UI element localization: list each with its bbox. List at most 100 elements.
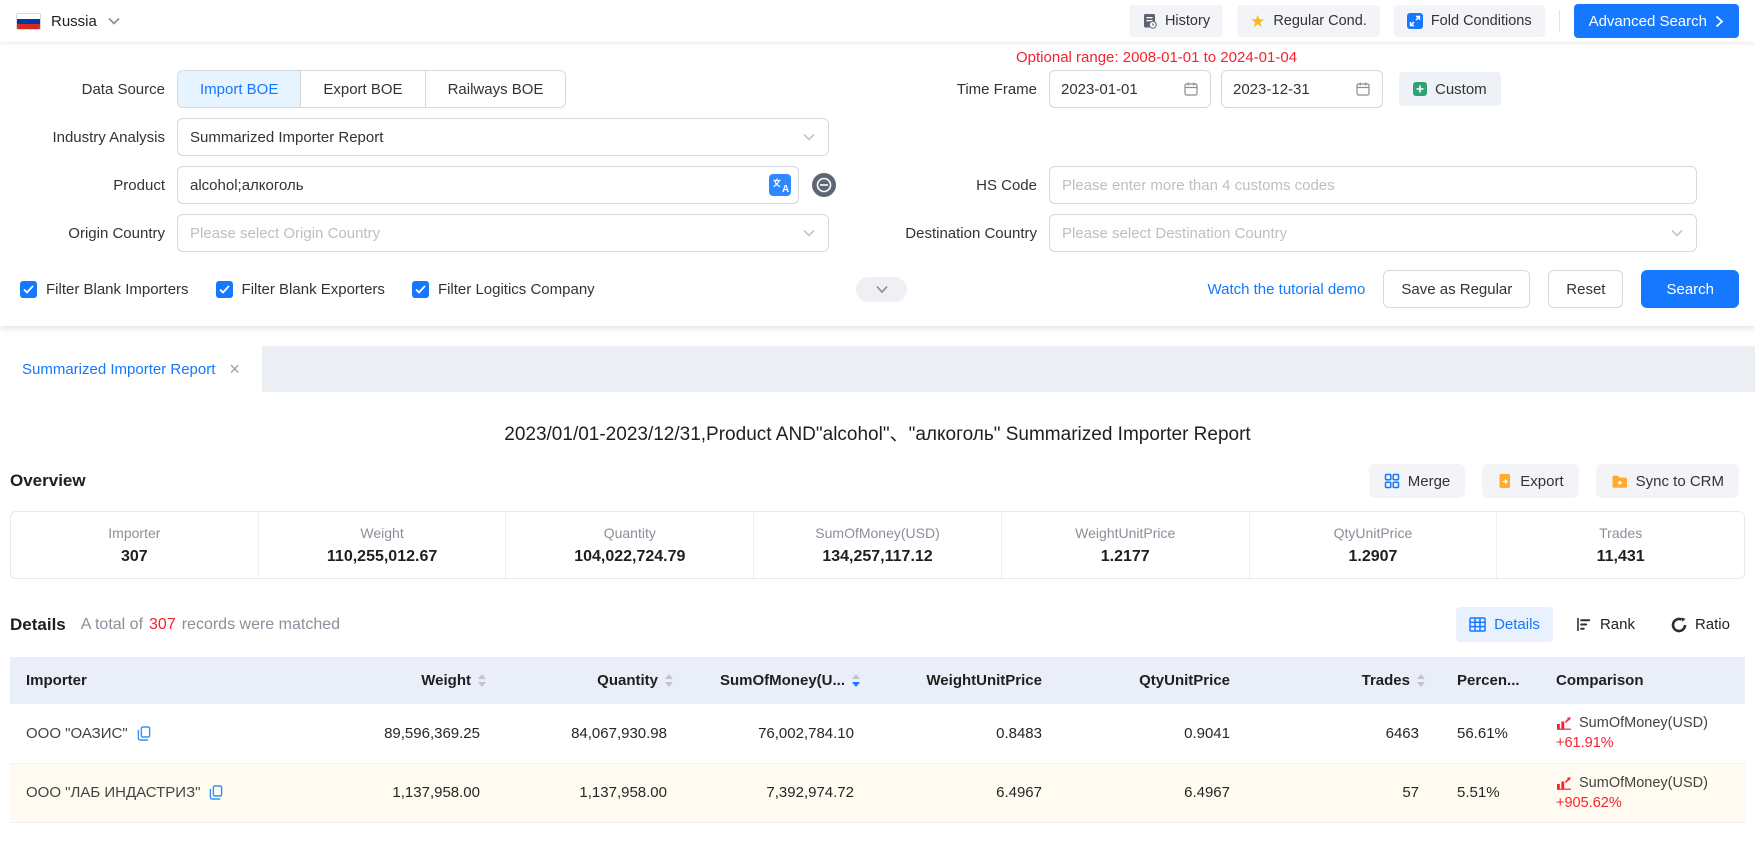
- ratio-icon: [1671, 617, 1687, 633]
- export-button[interactable]: Export: [1482, 464, 1578, 498]
- stat-label: Trades: [1599, 525, 1642, 541]
- tab-summarized-importer-report[interactable]: Summarized Importer Report ×: [0, 346, 262, 392]
- end-date-value: 2023-12-31: [1233, 81, 1310, 98]
- result-tabstrip: Summarized Importer Report ×: [0, 346, 1755, 392]
- note-suffix: records were matched: [182, 616, 340, 633]
- stat-value: 110,255,012.67: [327, 548, 437, 566]
- translate-icon[interactable]: A: [769, 174, 791, 196]
- calendar-icon: [1183, 81, 1199, 97]
- regular-cond-label: Regular Cond.: [1273, 13, 1367, 29]
- sync-to-crm-label: Sync to CRM: [1636, 473, 1724, 490]
- percent-cell: 56.61%: [1441, 704, 1540, 763]
- stat-sum-of-money: SumOfMoney(USD)134,257,117.12: [753, 512, 1001, 578]
- save-as-regular-button[interactable]: Save as Regular: [1383, 270, 1530, 308]
- collapse-form-button[interactable]: [856, 277, 907, 302]
- weight-unit-price-cell: 6.4967: [876, 763, 1064, 822]
- sort-icons[interactable]: [1417, 674, 1425, 687]
- sync-to-crm-button[interactable]: Sync to CRM: [1596, 464, 1739, 498]
- form-row-product: Product A HS Code: [0, 166, 1755, 204]
- end-date-field[interactable]: 2023-12-31: [1221, 70, 1383, 108]
- details-table-icon: [1469, 617, 1486, 632]
- checkbox-checked-icon: [412, 281, 429, 298]
- stat-value: 134,257,117.12: [822, 548, 932, 566]
- col-quantity[interactable]: Quantity: [502, 657, 689, 704]
- industry-analysis-select[interactable]: Summarized Importer Report: [177, 118, 829, 156]
- view-details-button[interactable]: Details: [1456, 607, 1553, 642]
- stat-trades: Trades11,431: [1496, 512, 1744, 578]
- regular-cond-button[interactable]: ★ Regular Cond.: [1237, 5, 1380, 37]
- qty-unit-price-cell: 0.9041: [1064, 704, 1252, 763]
- hs-code-input[interactable]: [1049, 166, 1697, 204]
- stat-weight-unit-price: WeightUnitPrice1.2177: [1001, 512, 1249, 578]
- data-source-import-boe[interactable]: Import BOE: [177, 70, 301, 108]
- data-source-railways-boe[interactable]: Railways BOE: [426, 70, 567, 108]
- sort-icons-active-desc[interactable]: [852, 674, 860, 687]
- view-ratio-button[interactable]: Ratio: [1658, 607, 1743, 642]
- importer-name[interactable]: ООО "ЛАБ ИНДАСТРИЗ": [26, 784, 200, 801]
- stat-qty-unit-price: QtyUnitPrice1.2907: [1249, 512, 1497, 578]
- merge-icon: [1384, 473, 1400, 489]
- form-actions-row: Filter Blank Importers Filter Blank Expo…: [0, 270, 1755, 308]
- copy-icon[interactable]: [137, 726, 151, 741]
- tab-title: Summarized Importer Report: [22, 361, 215, 378]
- industry-analysis-value: Summarized Importer Report: [190, 129, 383, 146]
- table-row: ООО "ОАЗИС" 89,596,369.25 84,067,930.98 …: [10, 704, 1745, 763]
- form-row-countries: Origin Country Please select Origin Coun…: [0, 214, 1755, 252]
- match-mode-icon[interactable]: [811, 172, 837, 198]
- copy-icon[interactable]: [209, 785, 223, 800]
- fold-conditions-button[interactable]: Fold Conditions: [1394, 5, 1545, 37]
- col-sum-of-money[interactable]: SumOfMoney(U...: [689, 657, 876, 704]
- hs-code-label: HS Code: [849, 177, 1037, 194]
- country-selector[interactable]: Russia: [16, 13, 121, 30]
- chevron-down-icon: [802, 132, 816, 142]
- destination-country-placeholder: Please select Destination Country: [1062, 225, 1287, 242]
- history-button[interactable]: History: [1129, 5, 1223, 37]
- filter-logitics-company-checkbox[interactable]: Filter Logitics Company: [412, 281, 595, 298]
- stat-value: 307: [121, 548, 148, 566]
- stat-value: 1.2177: [1101, 548, 1150, 566]
- close-icon[interactable]: ×: [229, 360, 240, 378]
- view-ratio-label: Ratio: [1695, 616, 1730, 633]
- topbar-divider: [1559, 10, 1560, 32]
- search-button[interactable]: Search: [1641, 270, 1739, 308]
- importer-name[interactable]: ООО "ОАЗИС": [26, 725, 128, 742]
- comparison-cell: SumOfMoney(USD) +61.91%: [1540, 704, 1745, 763]
- custom-range-button[interactable]: Custom: [1399, 72, 1501, 106]
- merge-button[interactable]: Merge: [1369, 464, 1466, 498]
- sort-icons[interactable]: [665, 674, 673, 687]
- report-title: 2023/01/01-2023/12/31,Product AND"alcoho…: [0, 392, 1755, 448]
- stat-label: Importer: [108, 525, 160, 541]
- chevron-down-icon: [874, 284, 890, 295]
- optional-range-note: Optional range: 2008-01-01 to 2024-01-04: [1016, 49, 1297, 66]
- overview-heading: Overview: [10, 471, 86, 491]
- destination-country-select[interactable]: Please select Destination Country: [1049, 214, 1697, 252]
- sort-icons[interactable]: [478, 674, 486, 687]
- note-prefix: A total of: [81, 616, 143, 633]
- tutorial-link[interactable]: Watch the tutorial demo: [1208, 281, 1366, 298]
- custom-icon: [1413, 82, 1427, 96]
- sum-cell: 76,002,784.10: [689, 704, 876, 763]
- checkbox-checked-icon: [20, 281, 37, 298]
- col-trades[interactable]: Trades: [1252, 657, 1441, 704]
- weight-unit-price-cell: 0.8483: [876, 704, 1064, 763]
- reset-button[interactable]: Reset: [1548, 270, 1623, 308]
- data-source-export-boe[interactable]: Export BOE: [301, 70, 425, 108]
- origin-country-select[interactable]: Please select Origin Country: [177, 214, 829, 252]
- view-rank-button[interactable]: Rank: [1563, 607, 1648, 642]
- filter-blank-exporters-checkbox[interactable]: Filter Blank Exporters: [216, 281, 385, 298]
- calendar-icon: [1355, 81, 1371, 97]
- product-input[interactable]: [177, 166, 799, 204]
- filter-blank-importers-checkbox[interactable]: Filter Blank Importers: [20, 281, 189, 298]
- advanced-search-button[interactable]: Advanced Search: [1574, 4, 1739, 38]
- svg-text:A: A: [782, 184, 789, 195]
- page: Russia History ★ Regular Cond. Fold Cond…: [0, 0, 1755, 848]
- overview-buttons: Merge Export Sync to CRM: [1369, 464, 1745, 498]
- trend-chart-icon: [1556, 776, 1572, 790]
- col-importer: Importer: [10, 657, 317, 704]
- percent-cell: 5.51%: [1441, 763, 1540, 822]
- col-weight[interactable]: Weight: [317, 657, 502, 704]
- start-date-field[interactable]: 2023-01-01: [1049, 70, 1211, 108]
- col-qty-unit-price: QtyUnitPrice: [1064, 657, 1252, 704]
- chevron-right-icon: [1715, 15, 1724, 28]
- start-date-value: 2023-01-01: [1061, 81, 1138, 98]
